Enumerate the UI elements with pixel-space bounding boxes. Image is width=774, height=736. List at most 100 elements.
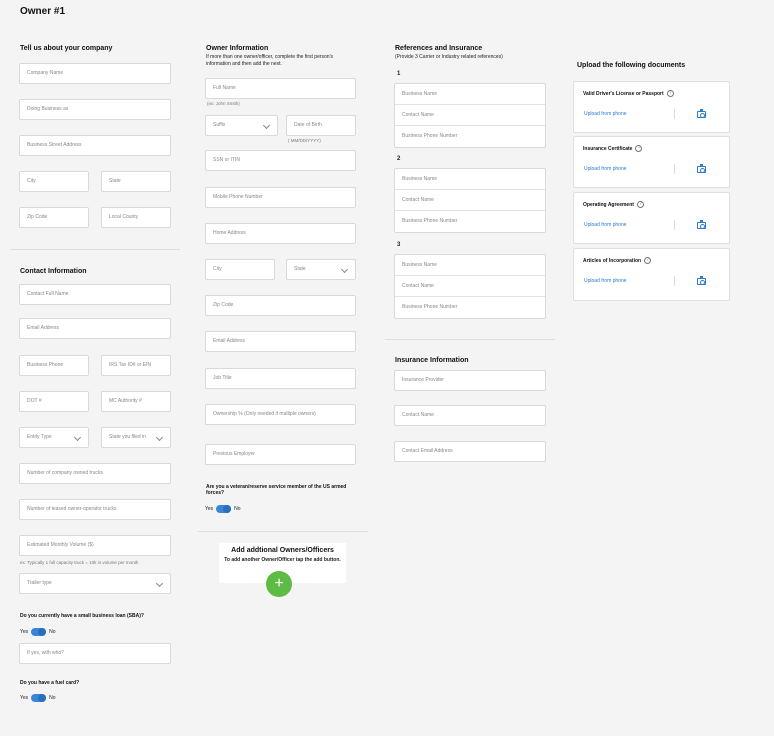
owner-zip-field[interactable]: Zip Code [205, 295, 356, 316]
sba-question: Do you currently have a small business l… [20, 613, 144, 619]
references-divider [385, 339, 555, 340]
camera-icon[interactable] [697, 164, 706, 173]
sba-yes-label: Yes [20, 629, 29, 635]
mobile-field[interactable]: Mobile Phone Number [205, 187, 356, 208]
ref3-phone-field[interactable]: Business Phone Number [395, 297, 545, 318]
owner-divider [198, 531, 368, 532]
document-card-license: Valid Driver's License or Passport? Uplo… [573, 81, 730, 133]
owner-state-select[interactable]: State [286, 259, 356, 280]
camera-icon[interactable] [697, 220, 706, 229]
help-icon[interactable]: ? [666, 90, 674, 97]
full-name-hint: (ex: John Smith) [207, 101, 240, 106]
camera-icon[interactable] [697, 276, 706, 285]
owner-full-name-field[interactable]: Full Name [205, 78, 356, 99]
doc-separator [674, 164, 675, 174]
owner-subtitle: If more than one owner/officer, complete… [206, 54, 334, 67]
vet-yes-label: Yes [205, 506, 214, 512]
leased-trucks-field[interactable]: Number of leased owner-operator trucks [19, 499, 171, 520]
company-heading: Tell us about your company [20, 45, 113, 52]
ref-number-1: 1 [397, 71, 401, 77]
monthly-volume-field[interactable]: Estimated Monthly Volume ($) [19, 535, 171, 556]
help-icon[interactable]: ? [635, 145, 643, 152]
ref1-business-name-field[interactable]: Business Name [395, 84, 545, 105]
doc-separator [674, 220, 675, 230]
ownership-field[interactable]: Ownership % (Only needed if multiple own… [205, 404, 356, 425]
contact-heading: Contact Information [20, 268, 87, 275]
insurance-email-field[interactable]: Contact Email Address [394, 441, 546, 462]
company-state-field[interactable]: State [101, 171, 171, 192]
documents-heading: Upload the following documents [577, 62, 686, 69]
ref1-contact-name-field[interactable]: Contact Name [395, 105, 545, 126]
previous-employer-field[interactable]: Previous Employer [205, 444, 356, 465]
camera-icon[interactable] [697, 109, 706, 118]
doc-title-text: Valid Driver's License or Passport [583, 90, 664, 97]
section-divider [10, 249, 180, 250]
trailer-type-select[interactable]: Trailer type [19, 573, 171, 594]
owner-email-field[interactable]: Email Address [205, 331, 356, 352]
mc-field[interactable]: MC Authority # [101, 391, 171, 412]
reference-group-2: Business Name Contact Name Business Phon… [394, 168, 546, 233]
company-city-field[interactable]: City [19, 171, 89, 192]
street-field[interactable]: Business Street Address [19, 135, 171, 156]
upload-from-phone-link[interactable]: Upload from phone [584, 278, 627, 284]
ref2-phone-field[interactable]: Business Phone Number [395, 211, 545, 232]
owner-heading: Owner Information [206, 45, 269, 52]
veteran-switch[interactable] [216, 505, 232, 513]
insurance-provider-field[interactable]: Insurance Provider [394, 370, 546, 391]
home-address-field[interactable]: Home Address [205, 223, 356, 244]
company-name-field[interactable]: Company Name [19, 63, 171, 84]
owned-trucks-field[interactable]: Number of company owned trucks [19, 463, 171, 484]
upload-from-phone-link[interactable]: Upload from phone [584, 166, 627, 172]
dob-field[interactable]: Date of Birth [286, 115, 356, 136]
fuel-switch[interactable] [31, 694, 47, 702]
state-filed-select[interactable]: State you filed in [101, 427, 171, 448]
contact-email-field[interactable]: Email Address [19, 318, 171, 339]
veteran-toggle[interactable]: Yes No [205, 505, 241, 513]
entity-type-select[interactable]: Entity Type [19, 427, 89, 448]
dot-field[interactable]: DOT # [19, 391, 89, 412]
insurance-contact-field[interactable]: Contact Name [394, 405, 546, 426]
upload-from-phone-link[interactable]: Upload from phone [584, 111, 627, 117]
volume-hint: ex: Typically 1 full capacity truck = 10… [20, 560, 139, 565]
doc-title-text: Operating Agreement [583, 201, 634, 208]
tax-id-field[interactable]: IRS Tax ID# or EIN [101, 355, 171, 376]
fuel-toggle[interactable]: Yes No [20, 694, 56, 702]
upload-from-phone-link[interactable]: Upload from phone [584, 222, 627, 228]
ref3-business-name-field[interactable]: Business Name [395, 255, 545, 276]
doc-separator [674, 109, 675, 119]
document-card-insurance: Insurance Certificate? Upload from phone [573, 136, 730, 188]
doc-title-text: Insurance Certificate [583, 145, 633, 152]
sba-toggle[interactable]: Yes No [20, 628, 56, 636]
doc-title: Valid Driver's License or Passport? [583, 90, 674, 97]
dob-hint: ( MM/DD/YYYY) [288, 138, 321, 143]
sba-lender-field[interactable]: If yes, with who? [19, 643, 171, 664]
sba-switch[interactable] [31, 628, 47, 636]
doc-title: Operating Agreement? [583, 201, 644, 208]
references-heading: References and Insurance [395, 45, 483, 52]
ref2-business-name-field[interactable]: Business Name [395, 169, 545, 190]
ref-number-2: 2 [397, 156, 401, 162]
contact-name-field[interactable]: Contact Full Name [19, 284, 171, 305]
job-title-field[interactable]: Job Title [205, 368, 356, 389]
suffix-select[interactable]: Suffix [205, 115, 278, 136]
vet-no-label: No [234, 506, 241, 512]
dba-field[interactable]: Doing Business as [19, 99, 171, 120]
ref1-phone-field[interactable]: Business Phone Number [395, 126, 545, 147]
add-owner-button[interactable]: + [266, 571, 292, 597]
references-subtitle: (Provide 3 Carrier or Industry related r… [395, 54, 503, 60]
reference-group-1: Business Name Contact Name Business Phon… [394, 83, 546, 148]
ssn-field[interactable]: SSN or ITIN [205, 150, 356, 171]
help-icon[interactable]: ? [636, 201, 644, 208]
company-zip-field[interactable]: Zip Code [19, 207, 89, 228]
help-icon[interactable]: ? [644, 257, 652, 264]
veteran-question: Are you a veteran/reserve service member… [206, 484, 347, 496]
fuel-yes-label: Yes [20, 695, 29, 701]
county-field[interactable]: Local County [101, 207, 171, 228]
reference-group-3: Business Name Contact Name Business Phon… [394, 254, 546, 319]
business-phone-field[interactable]: Business Phone [19, 355, 89, 376]
ref2-contact-name-field[interactable]: Contact Name [395, 190, 545, 211]
ref-number-3: 3 [397, 242, 401, 248]
owner-city-field[interactable]: City [205, 259, 275, 280]
ref3-contact-name-field[interactable]: Contact Name [395, 276, 545, 297]
doc-title: Articles of Incorporation? [583, 257, 652, 264]
